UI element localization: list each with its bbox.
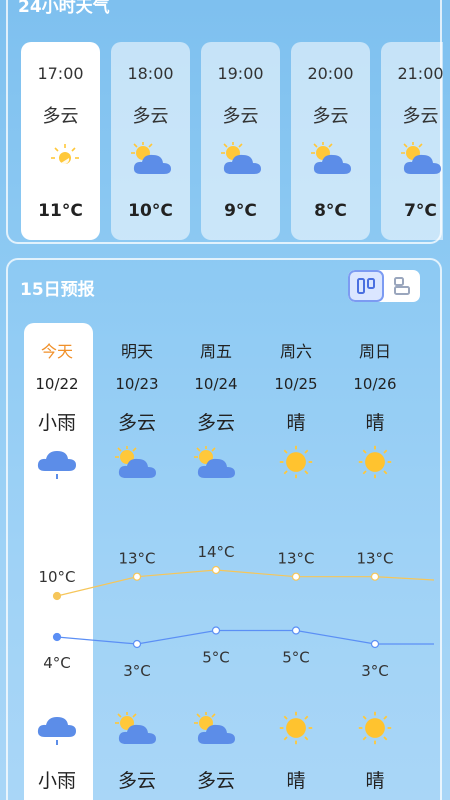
light-rain-icon: [37, 717, 76, 745]
hour-card[interactable]: 18:00 多云 10°C: [111, 42, 190, 240]
hour-temp: 7°C: [404, 201, 437, 221]
list-view-icon: [394, 277, 410, 295]
night-condition: 晴: [286, 770, 306, 792]
day-name: 周六: [279, 342, 312, 361]
sun-partly-icon: [51, 144, 79, 165]
day-condition: 多云: [117, 412, 156, 434]
night-condition: 小雨: [37, 770, 76, 792]
day-name: 今天: [40, 342, 73, 361]
hour-card[interactable]: 21:00 多云 7°C: [381, 42, 443, 240]
hour-card[interactable]: 17:00 多云 11°C: [21, 42, 100, 240]
partly-cloudy-icon: [115, 712, 156, 744]
day-date: 10/23: [115, 375, 159, 393]
day-name: 周日: [358, 342, 391, 361]
hour-temp: 11°C: [38, 201, 83, 221]
day-condition: 晴: [286, 412, 306, 434]
hour-condition: 多云: [132, 106, 169, 127]
hour-time: 20:00: [307, 64, 354, 83]
night-condition: 多云: [117, 770, 156, 792]
sunny-icon: [279, 445, 313, 479]
night-condition: 晴: [365, 770, 385, 792]
day-date: 10/22: [35, 375, 79, 393]
hour-card[interactable]: 20:00 多云 8°C: [291, 42, 370, 240]
partly-cloudy-icon: [401, 142, 441, 174]
day-date: 10/24: [194, 375, 238, 393]
night-condition: 多云: [196, 770, 235, 792]
hour-time: 21:00: [397, 64, 443, 83]
hour-time: 18:00: [127, 64, 174, 83]
hour-condition: 多云: [222, 106, 259, 127]
hour-condition: 多云: [312, 106, 349, 127]
partly-cloudy-icon: [194, 712, 235, 744]
hour-temp: 10°C: [128, 201, 173, 221]
hour-temp: 9°C: [224, 201, 257, 221]
day-condition: 多云: [196, 412, 235, 434]
day-name: 明天: [120, 342, 153, 361]
hour-card[interactable]: 19:00 多云 9°C: [201, 42, 280, 240]
day-date: 10/25: [274, 375, 318, 393]
partly-cloudy-icon: [115, 446, 156, 478]
sunny-icon: [279, 711, 313, 745]
hour-time: 19:00: [217, 64, 264, 83]
hour-condition: 多云: [402, 106, 439, 127]
day-condition: 晴: [365, 412, 385, 434]
partly-cloudy-icon: [221, 142, 261, 174]
chart-view-icon: [357, 278, 375, 294]
day-date: 10/26: [353, 375, 397, 393]
partly-cloudy-icon: [131, 142, 171, 174]
view-toggle: [348, 270, 420, 302]
hourly-title: 24小时天气: [18, 0, 110, 17]
day-name: 周五: [199, 342, 232, 361]
hour-condition: 多云: [42, 106, 79, 127]
sunny-icon: [358, 711, 392, 745]
day-condition: 小雨: [37, 412, 76, 434]
hour-time: 17:00: [37, 64, 84, 83]
chart-view-button[interactable]: [348, 270, 384, 302]
sunny-icon: [358, 445, 392, 479]
hour-temp: 8°C: [314, 201, 347, 221]
list-view-button[interactable]: [384, 270, 420, 302]
daily-title: 15日预报: [20, 280, 95, 300]
partly-cloudy-icon: [311, 142, 351, 174]
light-rain-icon: [37, 451, 76, 479]
partly-cloudy-icon: [194, 446, 235, 478]
